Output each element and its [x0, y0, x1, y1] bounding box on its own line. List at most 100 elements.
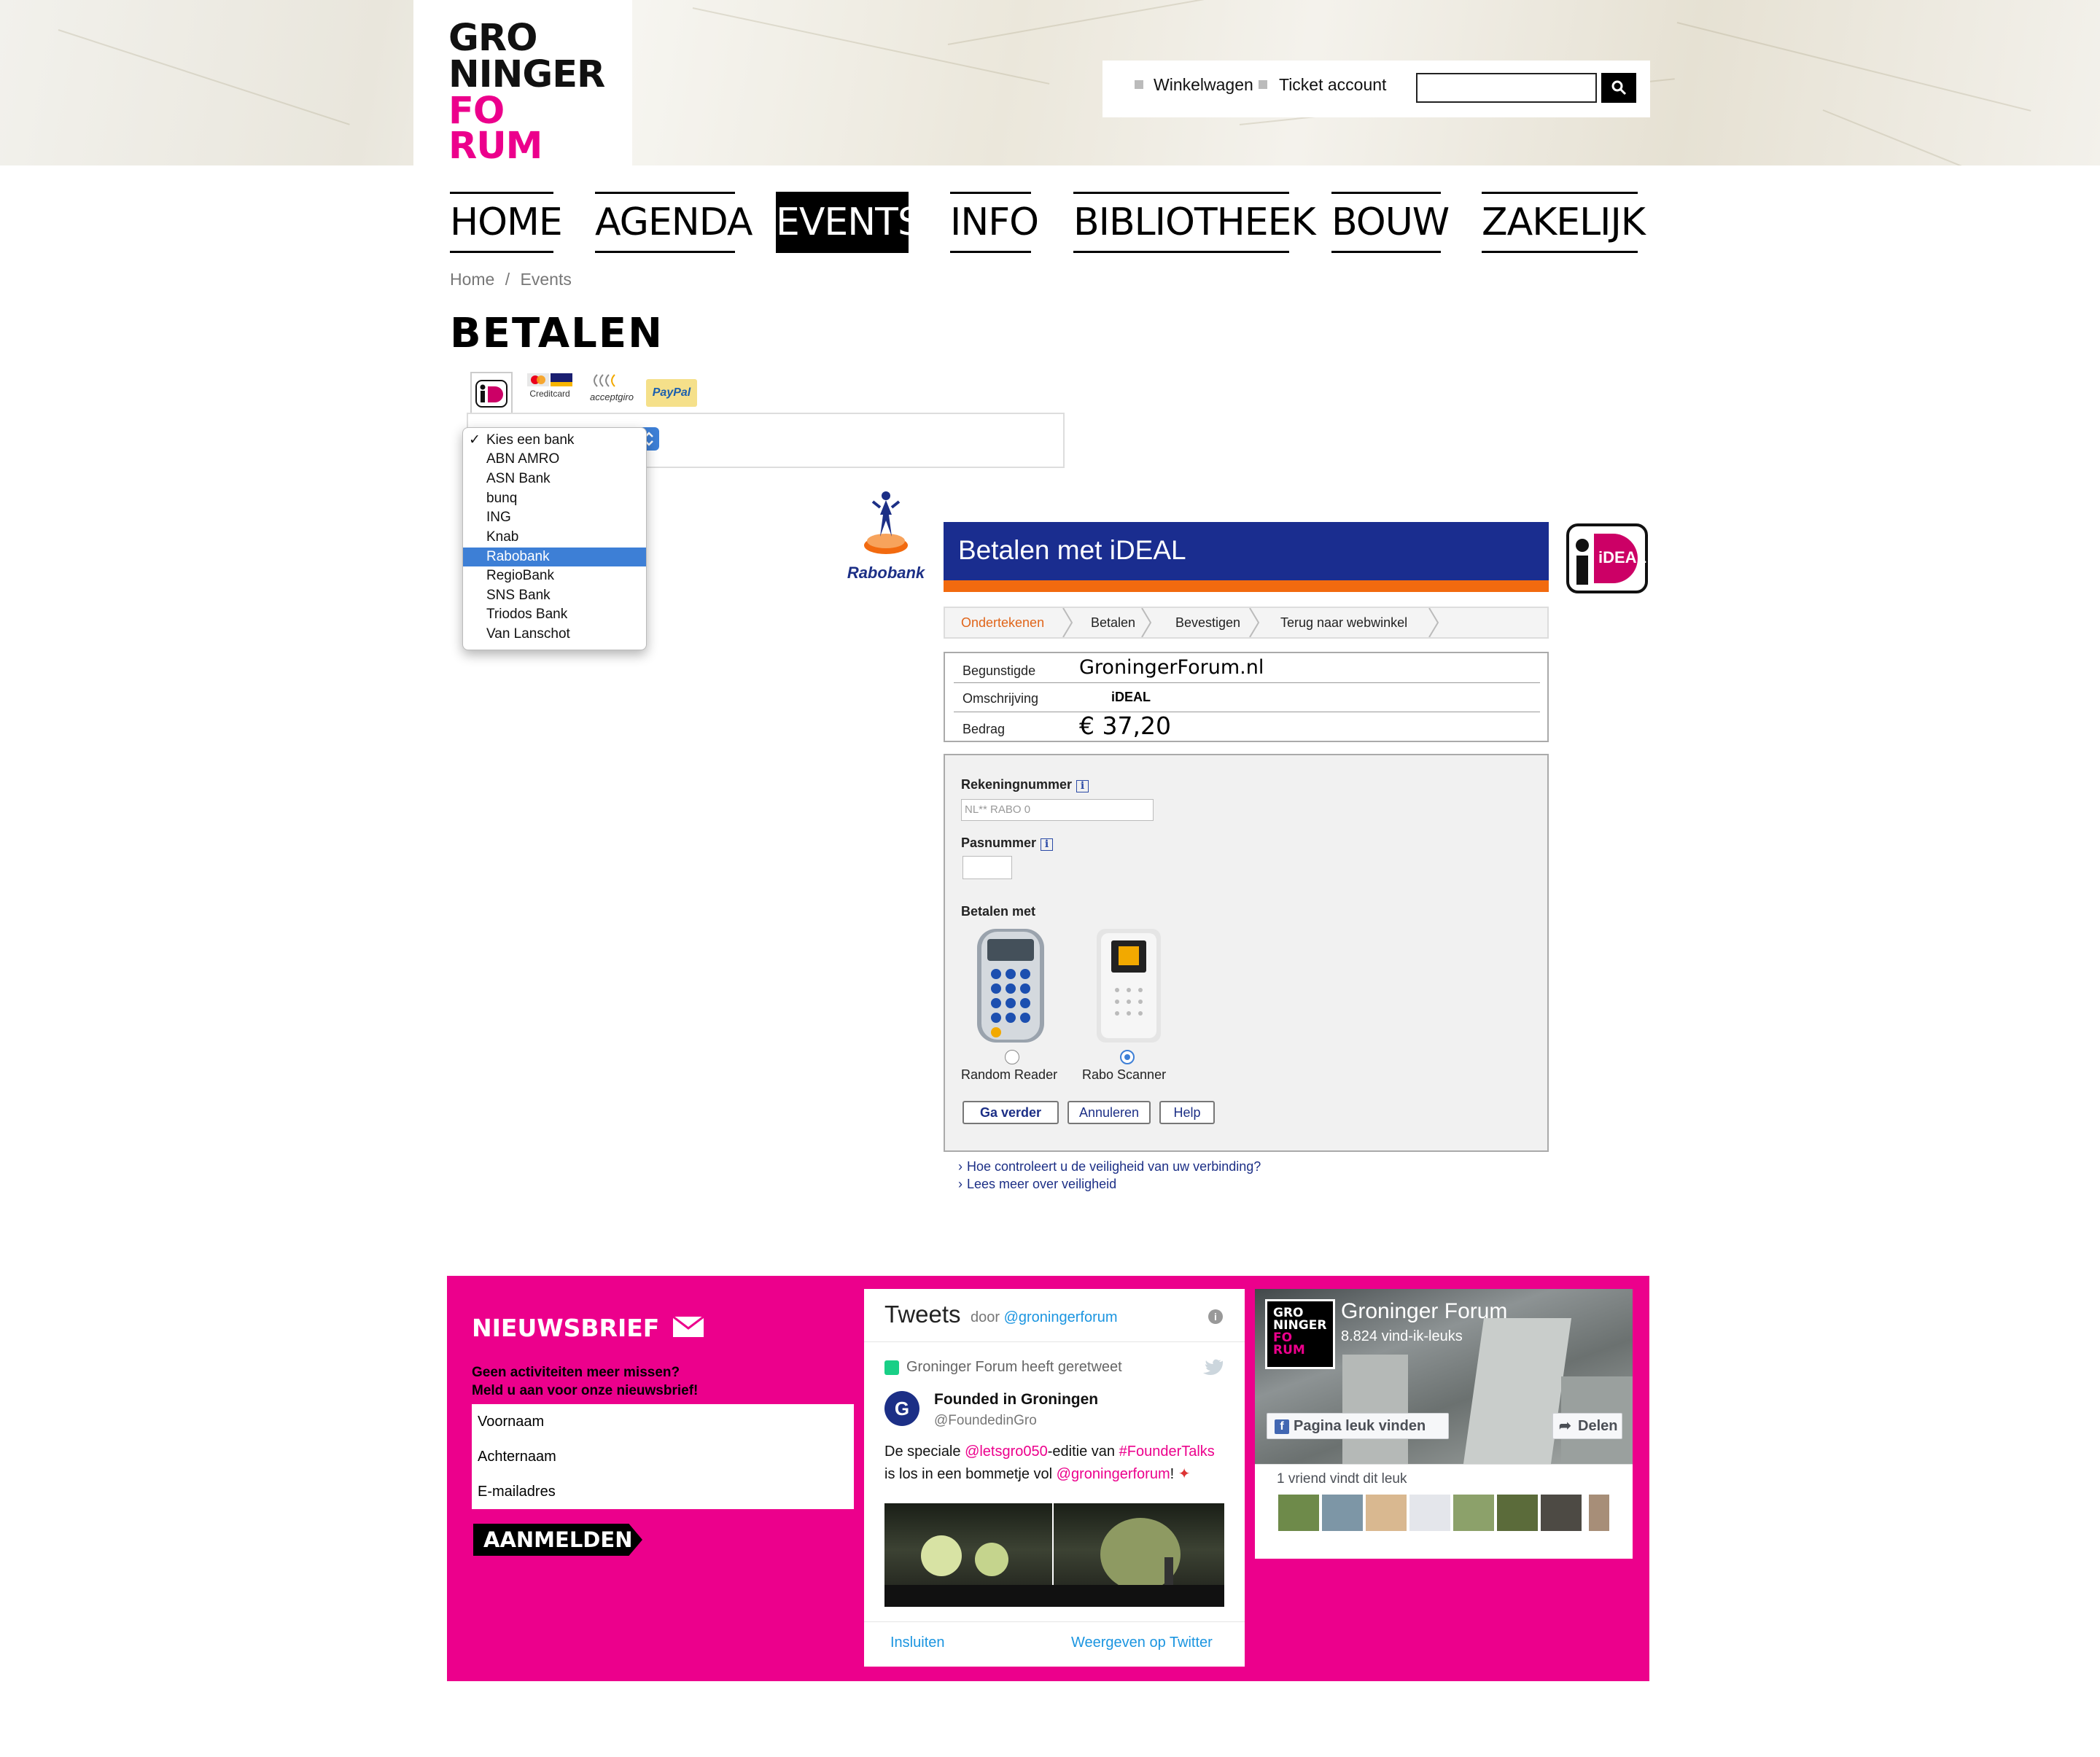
bank-option[interactable]: SNS Bank	[463, 586, 646, 605]
security-info-link[interactable]: › Lees meer over veiligheid	[958, 1177, 1116, 1192]
tab-creditcard[interactable]: Creditcard	[522, 372, 578, 408]
facebook-page-name[interactable]: Groninger Forum	[1341, 1299, 1507, 1324]
random-reader-radio[interactable]	[1005, 1050, 1019, 1064]
nav-bouw[interactable]: BOUW	[1331, 192, 1450, 253]
bank-option[interactable]: Triodos Bank	[463, 605, 646, 624]
bank-option[interactable]: RegioBank	[463, 566, 646, 585]
friend-avatar[interactable]	[1409, 1495, 1450, 1531]
retweet-icon	[884, 1360, 899, 1375]
nav-events[interactable]: EVENTS	[776, 192, 922, 253]
bank-option[interactable]: ING	[463, 508, 646, 527]
bank-option[interactable]: Van Lanschot	[463, 625, 646, 644]
random-reader-label: Random Reader	[961, 1067, 1058, 1082]
hashtag-link[interactable]: #FounderTalks	[1119, 1444, 1215, 1460]
acceptgiro-icon	[594, 374, 615, 387]
step-separator-icon	[1062, 608, 1073, 637]
embed-link[interactable]: Insluiten	[890, 1635, 945, 1651]
bank-option[interactable]: ASN Bank	[463, 470, 646, 488]
tab-paypal[interactable]: PayPal	[646, 379, 697, 407]
tweet-text: De speciale @letsgro050-editie van #Foun…	[884, 1444, 1215, 1482]
continue-button[interactable]: Ga verder	[962, 1101, 1059, 1124]
bank-option[interactable]: bunq	[463, 489, 646, 508]
bullet-icon	[1259, 80, 1267, 89]
page-title: BETALEN	[450, 310, 664, 357]
info-icon[interactable]: i	[1041, 838, 1054, 851]
facebook-widget: GRO NINGER FO RUM Groninger Forum 8.824 vin…	[1255, 1289, 1633, 1559]
search-button[interactable]	[1601, 73, 1636, 103]
bank-option[interactable]: ABN AMRO	[463, 450, 646, 469]
header-background	[0, 0, 2100, 165]
logo-text-gro: GRO	[448, 17, 537, 60]
view-on-twitter-link[interactable]: Weergeven op Twitter	[1071, 1635, 1213, 1651]
tab-acceptgiro[interactable]: acceptgiro	[583, 372, 640, 408]
bank-option-highlighted[interactable]: Rabobank	[463, 548, 646, 566]
share-button[interactable]: ➦ Delen	[1552, 1413, 1622, 1439]
orange-stripe	[944, 580, 1549, 592]
tweet-image[interactable]	[884, 1503, 1224, 1607]
share-arrow-icon: ➦	[1559, 1418, 1571, 1434]
utility-bar: Winkelwagen Ticket account	[1102, 61, 1650, 117]
nav-agenda[interactable]: AGENDA	[595, 192, 752, 253]
tweet-author-name[interactable]: Founded in Groningen	[934, 1391, 1098, 1409]
friend-avatar[interactable]	[1322, 1495, 1363, 1531]
security-check-link[interactable]: › Hoe controleert u de veiligheid van uw …	[958, 1159, 1261, 1174]
help-button[interactable]: Help	[1159, 1101, 1215, 1124]
info-icon[interactable]: i	[1076, 780, 1089, 792]
friend-avatar[interactable]	[1541, 1495, 1582, 1531]
lastname-field[interactable]: Achternaam	[472, 1439, 854, 1474]
card-number-label: Pasnummer i	[961, 835, 1054, 851]
amount-value: € 37,20	[1079, 712, 1171, 740]
newsletter-text: Geen activiteiten meer missen? Meld u aa…	[472, 1365, 699, 1398]
logo-text-ninger: NINGER	[448, 53, 605, 96]
breadcrumb-home[interactable]: Home	[450, 270, 494, 289]
site-logo[interactable]: GRO NINGER FO RUM	[413, 0, 632, 165]
friend-avatar[interactable]	[1278, 1495, 1319, 1531]
rabo-scanner-icon	[1097, 929, 1161, 1043]
nav-zakelijk[interactable]: ZAKELIJK	[1482, 192, 1646, 253]
cart-link[interactable]: Winkelwagen	[1154, 75, 1253, 95]
footer: NIEUWSBRIEF Geen activiteiten meer misse…	[447, 1276, 1649, 1681]
nav-info[interactable]: INFO	[950, 192, 1039, 253]
facebook-page-logo[interactable]: GRO NINGER FO RUM	[1265, 1299, 1335, 1369]
friend-avatar[interactable]	[1453, 1495, 1494, 1531]
card-number-input[interactable]	[962, 856, 1012, 879]
bank-option[interactable]: ✓ Kies een bank	[463, 431, 646, 450]
ideal-icon	[475, 380, 508, 408]
mention-link[interactable]: @letsgro050	[965, 1444, 1048, 1460]
friend-avatar[interactable]	[1366, 1495, 1407, 1531]
tweets-handle-link[interactable]: @groningerforum	[1004, 1309, 1118, 1325]
step-separator-icon	[1249, 608, 1260, 637]
bank-option[interactable]: Knab	[463, 528, 646, 547]
bank-select-dropdown[interactable]: ✓ Kies een bank ABN AMRO ASN Bank bunq IN…	[462, 427, 647, 650]
ideal-logo-text: iDEAL	[1598, 548, 1646, 566]
twitter-widget: Tweets door @groningerforum i Groninger …	[864, 1289, 1245, 1667]
nav-home[interactable]: HOME	[450, 192, 563, 253]
cancel-button[interactable]: Annuleren	[1068, 1101, 1151, 1124]
info-icon[interactable]: i	[1208, 1309, 1223, 1324]
nav-bibliotheek[interactable]: BIBLIOTHEEK	[1073, 192, 1316, 253]
email-field[interactable]: E-mailadres	[472, 1474, 854, 1509]
payment-details: Begunstigde GroningerForum.nl Omschrijvi…	[944, 652, 1549, 742]
twitter-bird-icon[interactable]	[1202, 1359, 1223, 1376]
subscribe-button[interactable]: AANMELDEN	[473, 1524, 642, 1556]
step: Bevestigen	[1175, 615, 1241, 630]
search-input[interactable]	[1416, 73, 1597, 103]
search-icon	[1611, 80, 1627, 96]
ideal-steps: Ondertekenen Betalen Bevestigen Terug na…	[944, 607, 1549, 639]
friend-avatar[interactable]	[1589, 1495, 1609, 1531]
random-reader-icon	[977, 929, 1044, 1043]
party-popper-icon: ✦	[1174, 1466, 1191, 1482]
tab-ideal[interactable]	[470, 372, 513, 414]
like-page-button[interactable]: f Pagina leuk vinden	[1267, 1413, 1449, 1439]
friend-avatar[interactable]	[1497, 1495, 1538, 1531]
mention-link[interactable]: @groningerforum	[1057, 1466, 1170, 1482]
rabo-scanner-radio[interactable]	[1120, 1050, 1135, 1064]
breadcrumb-separator: /	[505, 270, 510, 289]
tweet-author-handle[interactable]: @FoundedinGro	[934, 1413, 1037, 1429]
author-avatar[interactable]: G	[884, 1391, 919, 1426]
ticket-account-link[interactable]: Ticket account	[1279, 75, 1386, 95]
account-number-input[interactable]: NL** RABO 0	[961, 799, 1154, 821]
firstname-field[interactable]: Voornaam	[472, 1404, 854, 1439]
breadcrumb: Home / Events	[450, 270, 572, 289]
ideal-login-form: Rekeningnummer i NL** RABO 0 Pasnummer i B…	[944, 754, 1549, 1152]
